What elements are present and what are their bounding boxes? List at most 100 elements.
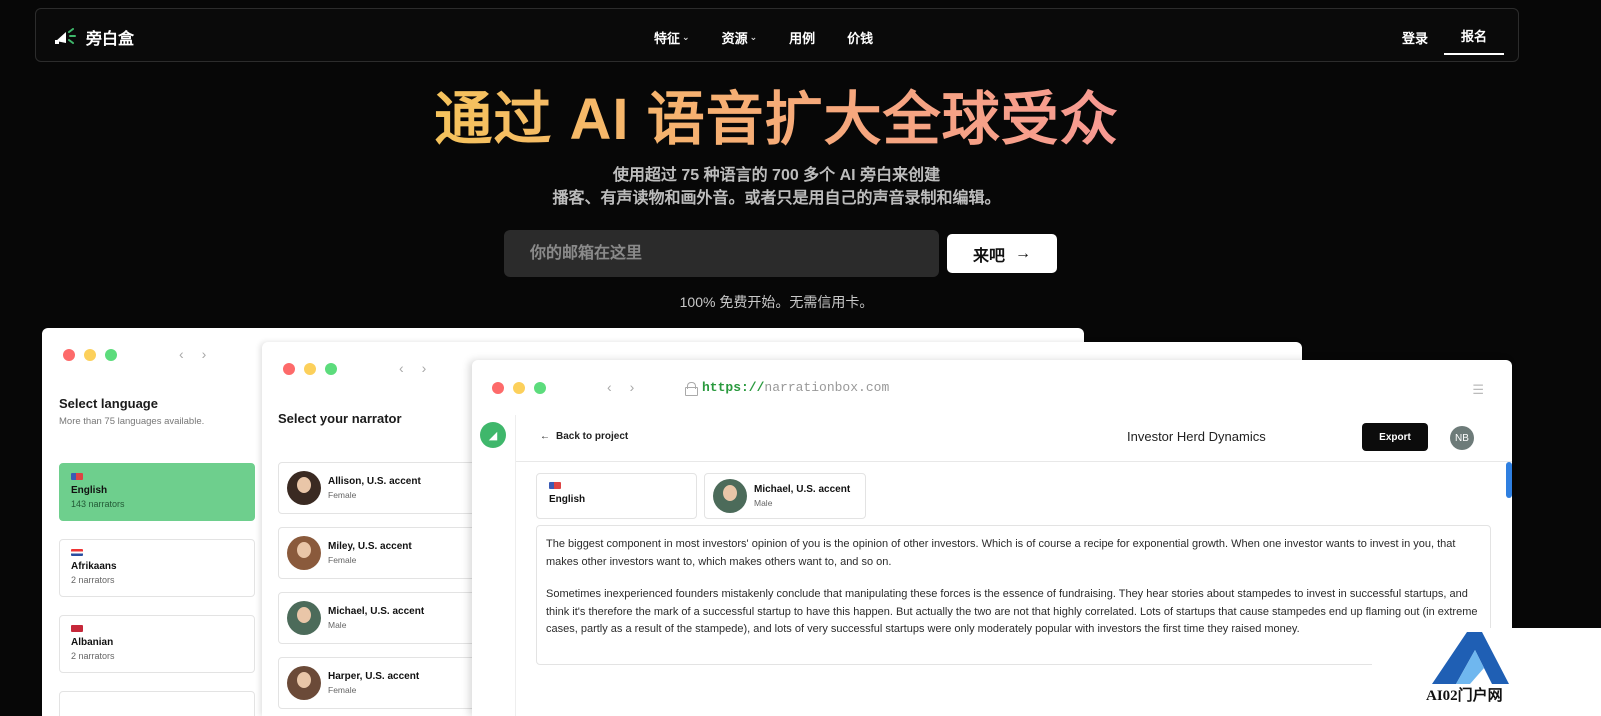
get-started-label: 来吧 — [972, 247, 1005, 265]
narrator-card-michael[interactable]: Michael, U.S. accent Male — [278, 592, 478, 644]
export-button[interactable]: Export — [1362, 423, 1428, 451]
flag-icon — [71, 625, 83, 632]
language-count: 2 narrators — [71, 575, 115, 585]
chevron-down-icon: ⌄ — [682, 32, 690, 42]
selected-language-card[interactable]: English — [536, 473, 697, 519]
watermark-logo-icon — [1432, 632, 1509, 684]
scrollbar[interactable] — [1506, 462, 1512, 498]
language-count: 2 narrators — [71, 651, 115, 661]
selected-narrator-card[interactable]: Michael, U.S. accent Male — [704, 473, 866, 519]
maximize-dot-icon[interactable] — [534, 382, 546, 394]
lock-icon — [685, 381, 698, 396]
select-language-title: Select language — [59, 396, 158, 411]
arrow-left-icon: ← — [540, 431, 550, 442]
script-paragraph: Sometimes inexperienced founders mistake… — [546, 588, 1478, 635]
selected-narrator-name: Michael, U.S. accent — [754, 484, 851, 495]
narrator-name: Michael, U.S. accent — [328, 606, 425, 617]
close-dot-icon[interactable] — [283, 363, 295, 375]
editor-sidebar — [472, 415, 516, 716]
browser-nav: ‹ › — [399, 360, 426, 376]
nav-pricing-label: 价钱 — [847, 31, 874, 46]
language-name: English — [71, 485, 108, 496]
watermark-text: AI02门户网 — [1426, 688, 1503, 704]
forward-arrow-icon[interactable]: › — [630, 379, 635, 395]
narrator-name: Allison, U.S. accent — [328, 476, 421, 487]
selected-language-name: English — [549, 494, 586, 505]
nav-use-cases[interactable]: 用例 — [789, 28, 815, 47]
narrator-gender: Female — [328, 555, 357, 565]
top-navbar: 旁白盒 特征 ⌄ 资源 ⌄ 用例 价钱 登录 报名 — [35, 8, 1519, 62]
select-language-subtitle: More than 75 languages available. — [59, 416, 205, 427]
megaphone-logo-icon — [55, 28, 76, 44]
language-card-afrikaans[interactable]: Afrikaans 2 narrators — [59, 539, 255, 597]
nav-use-cases-label: 用例 — [789, 31, 816, 46]
signup-button[interactable]: 报名 — [1444, 17, 1504, 55]
brand-name: 旁白盒 — [86, 31, 135, 48]
minimize-dot-icon[interactable] — [304, 363, 316, 375]
url-host: narrationbox.com — [764, 380, 890, 395]
url-bar[interactable]: https://narrationbox.com — [685, 380, 890, 396]
hero-title: 通过 AI 语音扩大全球受众 — [0, 84, 1553, 156]
back-arrow-icon[interactable]: ‹ — [399, 360, 404, 376]
flag-icon — [71, 549, 83, 556]
script-text-editor[interactable]: The biggest component in most investors'… — [536, 525, 1491, 665]
back-to-project-label: Back to project — [556, 431, 629, 442]
nav-features[interactable]: 特征 ⌄ — [654, 28, 690, 47]
minimize-dot-icon[interactable] — [513, 382, 525, 394]
narrator-gender: Female — [328, 490, 357, 500]
narrator-avatar — [287, 601, 321, 635]
user-avatar[interactable]: NB — [1450, 426, 1474, 450]
get-started-button[interactable]: 来吧 → — [947, 234, 1057, 273]
narrator-avatar — [287, 666, 321, 700]
hero-subtitle-line2: 播客、有声读物和画外音。或者只是用自己的声音录制和编辑。 — [552, 190, 1001, 207]
email-input[interactable] — [504, 230, 939, 277]
language-card-next[interactable] — [59, 691, 255, 716]
url-scheme: https:// — [702, 380, 765, 395]
forward-arrow-icon[interactable]: › — [422, 360, 427, 376]
browser-nav: ‹ › — [179, 346, 206, 362]
flag-icon — [549, 482, 561, 489]
free-note: 100% 免费开始。无需信用卡。 — [679, 294, 874, 310]
back-arrow-icon[interactable]: ‹ — [607, 379, 612, 395]
language-name: Albanian — [71, 637, 114, 648]
language-card-albanian[interactable]: Albanian 2 narrators — [59, 615, 255, 673]
back-to-project-link[interactable]: ← Back to project — [540, 431, 628, 442]
nav-links: 特征 ⌄ 资源 ⌄ 用例 价钱 — [654, 28, 873, 47]
window-controls — [492, 382, 546, 394]
browser-nav: ‹ › — [607, 379, 634, 395]
narrator-card-allison[interactable]: Allison, U.S. accent Female — [278, 462, 478, 514]
menu-icon[interactable]: ☰ — [1472, 382, 1484, 398]
narrator-gender: Male — [328, 620, 347, 630]
back-arrow-icon[interactable]: ‹ — [179, 346, 184, 362]
chevron-down-icon: ⌄ — [749, 32, 758, 42]
app-logo-icon[interactable]: ◢ — [480, 422, 506, 448]
flag-icon — [71, 473, 83, 480]
close-dot-icon[interactable] — [492, 382, 504, 394]
nav-resources[interactable]: 资源 ⌄ — [722, 28, 758, 47]
script-paragraph: The biggest component in most investors'… — [546, 538, 1456, 568]
language-count: 143 narrators — [71, 499, 125, 509]
nav-features-label: 特征 — [654, 31, 681, 46]
forward-arrow-icon[interactable]: › — [202, 346, 207, 362]
narrator-avatar — [287, 536, 321, 570]
maximize-dot-icon[interactable] — [325, 363, 337, 375]
editor-topbar: ← Back to project Investor Herd Dynamics… — [516, 415, 1512, 462]
editor-window: ‹ › https://narrationbox.com ☰ ◢ ← Back … — [472, 360, 1512, 716]
hero-title-text: 通过 AI 语音扩大全球受众 — [434, 87, 1119, 152]
narrator-name: Harper, U.S. accent — [328, 671, 420, 682]
narrator-card-harper[interactable]: Harper, U.S. accent Female — [278, 657, 478, 709]
window-controls — [283, 363, 337, 375]
nav-resources-label: 资源 — [721, 31, 748, 46]
close-dot-icon[interactable] — [63, 349, 75, 361]
narrator-card-miley[interactable]: Miley, U.S. accent Female — [278, 527, 478, 579]
maximize-dot-icon[interactable] — [105, 349, 117, 361]
window-controls — [63, 349, 117, 361]
select-narrator-title: Select your narrator — [278, 411, 402, 426]
narrator-name: Miley, U.S. accent — [328, 541, 412, 552]
arrow-right-icon: → — [1015, 244, 1031, 262]
minimize-dot-icon[interactable] — [84, 349, 96, 361]
nav-pricing[interactable]: 价钱 — [847, 28, 873, 47]
brand[interactable]: 旁白盒 — [54, 25, 134, 49]
login-link[interactable]: 登录 — [1402, 28, 1428, 47]
language-card-english[interactable]: English 143 narrators — [59, 463, 255, 521]
